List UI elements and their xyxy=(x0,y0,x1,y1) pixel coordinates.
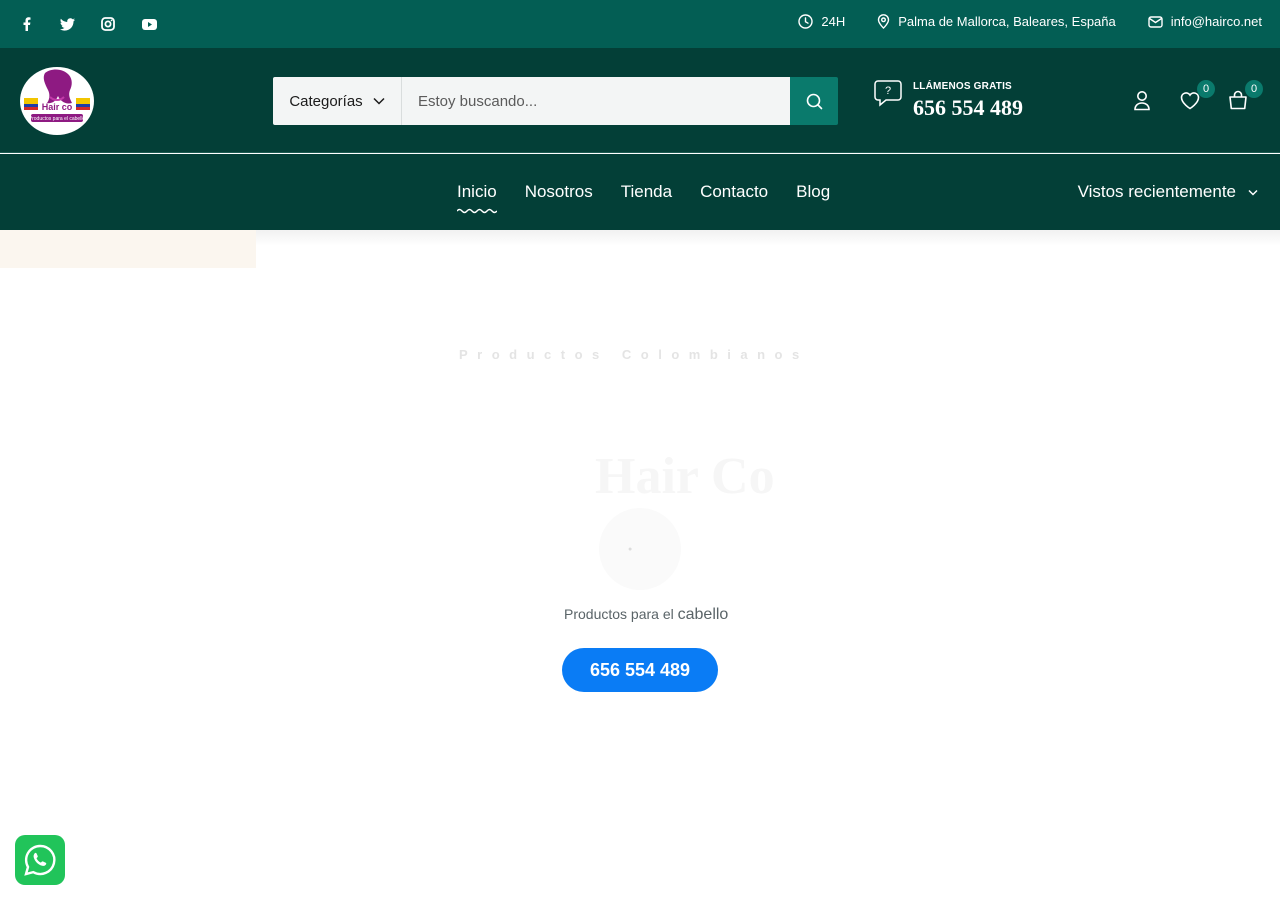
hero-subtitle: Productos Colombianos xyxy=(459,347,809,362)
recently-viewed-label: Vistos recientemente xyxy=(1077,182,1236,201)
hero-tagline-part1: Productos para el xyxy=(564,606,674,622)
location-info: Palma de Mallorca, Baleares, España xyxy=(877,14,1116,29)
sidebar-strip xyxy=(0,230,256,268)
cart-button[interactable]: 0 xyxy=(1226,80,1263,112)
facebook-icon[interactable] xyxy=(14,12,38,36)
nav-item-blog[interactable]: Blog xyxy=(796,182,830,202)
dot-icon: ● xyxy=(628,546,633,553)
wishlist-count-badge: 0 xyxy=(1197,80,1215,98)
chevron-down-icon xyxy=(1248,189,1258,196)
nav-item-tienda[interactable]: Tienda xyxy=(621,182,672,202)
twitter-icon[interactable] xyxy=(55,12,79,36)
instagram-icon[interactable] xyxy=(96,12,120,36)
user-icon xyxy=(1134,91,1150,111)
hero-title: Hair Co xyxy=(595,448,775,505)
nav-item-nosotros[interactable]: Nosotros xyxy=(525,182,593,202)
map-pin-icon xyxy=(878,14,890,29)
location-text: Palma de Mallorca, Baleares, España xyxy=(898,14,1116,29)
site-logo[interactable]: Hair co Productos para el cabello xyxy=(20,67,94,135)
nav-menu: Inicio Nosotros Tienda Contacto Blog xyxy=(457,182,830,202)
account-button[interactable] xyxy=(1130,88,1154,112)
hours-info: 24H xyxy=(798,14,845,29)
header-actions: 0 0 xyxy=(1130,80,1263,112)
main-nav: Inicio Nosotros Tienda Contacto Blog Vis… xyxy=(0,154,1280,230)
hours-text: 24H xyxy=(821,14,846,29)
call-number: 656 554 489 xyxy=(913,95,1023,120)
search-icon xyxy=(806,93,822,109)
youtube-icon[interactable] xyxy=(137,12,161,36)
social-links xyxy=(14,12,161,36)
wishlist-button[interactable]: 0 xyxy=(1178,80,1215,112)
call-label: LLÁMENOS GRATIS xyxy=(913,81,1012,92)
chevron-down-icon xyxy=(373,97,385,105)
top-bar: 24H Palma de Mallorca, Baleares, España … xyxy=(0,0,1280,48)
category-dropdown[interactable]: Categorías xyxy=(273,77,402,125)
cart-count-badge: 0 xyxy=(1245,80,1263,98)
search-input[interactable] xyxy=(402,77,790,125)
email-text: info@hairco.net xyxy=(1170,14,1262,29)
search-bar: Categorías xyxy=(273,77,838,125)
mail-icon xyxy=(1148,15,1163,28)
chat-question-icon: ? xyxy=(874,80,902,107)
recently-viewed-dropdown[interactable]: Vistos recientemente xyxy=(1078,182,1258,202)
clock-icon xyxy=(798,14,814,29)
active-underline xyxy=(457,208,497,214)
hero-logo-placeholder xyxy=(599,508,681,590)
hero-tagline: Productos para el cabello xyxy=(564,606,728,624)
category-label: Categorías xyxy=(289,92,363,110)
whatsapp-button[interactable] xyxy=(15,835,65,885)
nav-item-contacto[interactable]: Contacto xyxy=(700,182,768,202)
call-cta-button[interactable]: 656 554 489 xyxy=(562,648,718,692)
svg-text:Hair co: Hair co xyxy=(42,102,73,112)
svg-text:Productos para el cabello: Productos para el cabello xyxy=(29,116,86,122)
nav-item-inicio[interactable]: Inicio xyxy=(457,182,497,202)
main-header: Hair co Productos para el cabello Catego… xyxy=(0,48,1280,153)
call-box[interactable]: ? LLÁMENOS GRATIS 656 554 489 xyxy=(873,78,1023,121)
whatsapp-icon xyxy=(24,844,56,876)
svg-text:?: ? xyxy=(885,85,891,97)
search-button[interactable] xyxy=(790,77,838,125)
top-info: 24H Palma de Mallorca, Baleares, España … xyxy=(798,14,1262,29)
hero-tagline-part2: cabello xyxy=(677,606,729,623)
email-info[interactable]: info@hairco.net xyxy=(1148,14,1262,29)
header-shadow xyxy=(256,230,1280,246)
